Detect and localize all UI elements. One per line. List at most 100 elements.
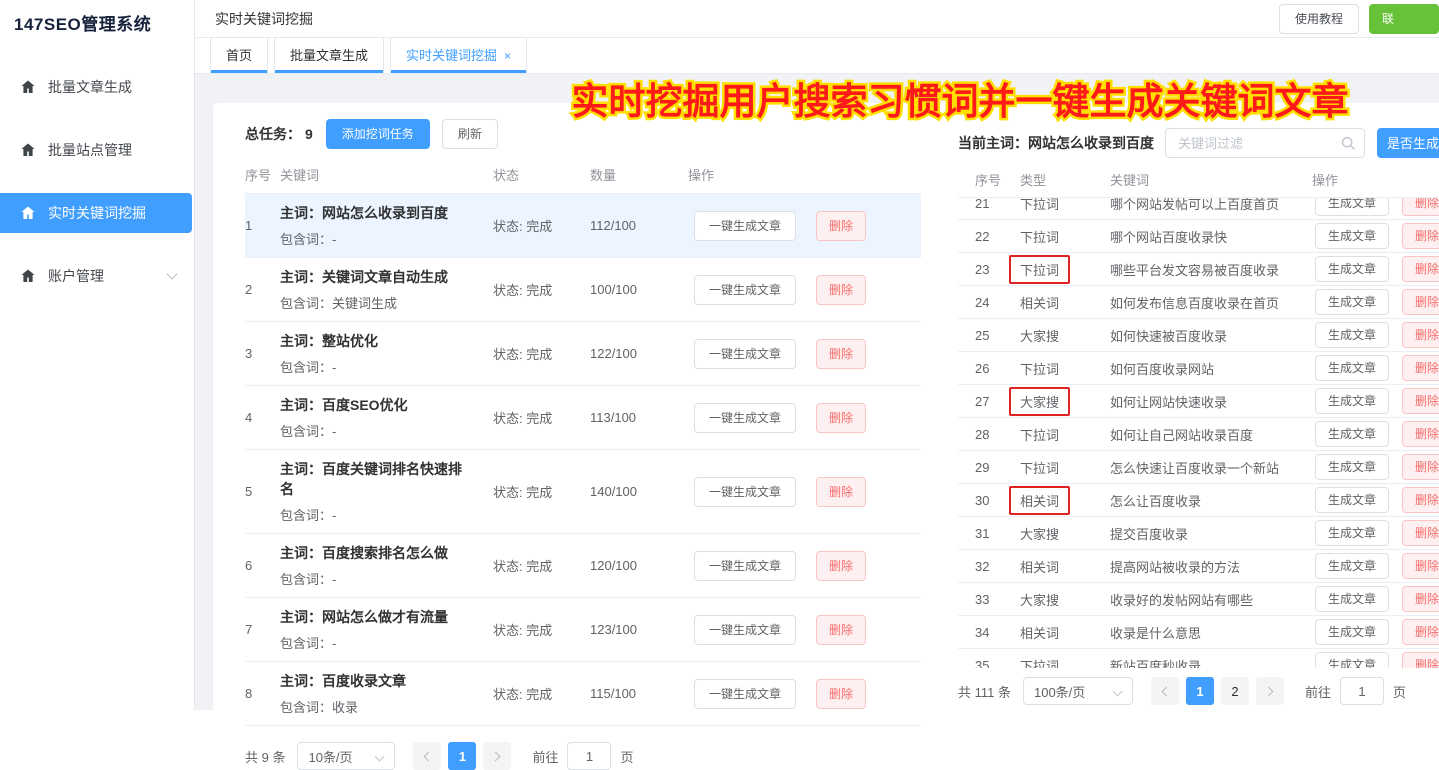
delete-button[interactable]: 删除 <box>1402 322 1439 348</box>
delete-button[interactable]: 删除 <box>1402 289 1439 315</box>
delete-button[interactable]: 删除 <box>1402 256 1439 282</box>
type-value: 相关词 <box>1009 618 1070 647</box>
generate-all-button[interactable]: 是否生成: <box>1377 128 1439 158</box>
ops-cell: 一键生成文章 删除 <box>688 551 921 581</box>
generate-article-button[interactable]: 生成文章 <box>1315 322 1389 348</box>
type-value: 相关词 <box>1009 288 1070 317</box>
generate-article-button[interactable]: 生成文章 <box>1315 355 1389 381</box>
page-size-select[interactable]: 10条/页 <box>297 742 395 770</box>
generate-article-button[interactable]: 一键生成文章 <box>694 403 796 433</box>
row-index: 4 <box>245 410 280 425</box>
count-cell: 113/100 <box>590 410 688 425</box>
keyword-cell: 主词：百度关键词排名快速排名 包含词：- <box>280 450 493 533</box>
sidebar-item-batch-site[interactable]: 批量站点管理 <box>0 130 194 170</box>
prev-page-button[interactable] <box>413 742 441 770</box>
type-cell: 下拉词 <box>1020 198 1110 218</box>
keyword-filter-input[interactable] <box>1165 128 1365 158</box>
table-row: 24 相关词 如何发布信息百度收录在首页 生成文章 删除 <box>958 286 1439 319</box>
generate-article-button[interactable]: 一键生成文章 <box>694 339 796 369</box>
delete-button[interactable]: 删除 <box>816 211 866 241</box>
generate-article-button[interactable]: 生成文章 <box>1315 553 1389 579</box>
delete-button[interactable]: 删除 <box>816 275 866 305</box>
delete-button[interactable]: 删除 <box>1402 553 1439 579</box>
goto-page-input[interactable] <box>567 742 611 770</box>
next-page-button[interactable] <box>1256 677 1284 705</box>
sidebar-item-account[interactable]: 账户管理 <box>0 256 194 296</box>
sidebar-item-batch-article[interactable]: 批量文章生成 <box>0 67 194 107</box>
generate-article-button[interactable]: 一键生成文章 <box>694 615 796 645</box>
type-value: 下拉词 <box>1009 354 1070 383</box>
generate-article-button[interactable]: 生成文章 <box>1315 487 1389 513</box>
delete-button[interactable]: 删除 <box>1402 198 1439 216</box>
keyword-cell: 主词：关键词文章自动生成 包含词：关键词生成 <box>280 258 493 321</box>
delete-button[interactable]: 删除 <box>1402 388 1439 414</box>
delete-button[interactable]: 删除 <box>1402 223 1439 249</box>
delete-button[interactable]: 删除 <box>816 551 866 581</box>
row-index: 3 <box>245 346 280 361</box>
close-icon[interactable]: × <box>504 49 511 63</box>
goto-page-input[interactable] <box>1340 677 1384 705</box>
promo-banner: 实时挖掘用户搜索习惯词并一键生成关键词文章 <box>480 71 1439 125</box>
generate-article-button[interactable]: 生成文章 <box>1315 289 1389 315</box>
generate-article-button[interactable]: 生成文章 <box>1315 256 1389 282</box>
generate-article-button[interactable]: 生成文章 <box>1315 652 1389 668</box>
table-row: 31 大家搜 提交百度收录 生成文章 删除 <box>958 517 1439 550</box>
total-tasks-label: 总任务： <box>245 124 301 144</box>
total-tasks-value: 9 <box>305 126 313 142</box>
generate-article-button[interactable]: 生成文章 <box>1315 421 1389 447</box>
type-value: 下拉词 <box>1009 222 1070 251</box>
generate-article-button[interactable]: 一键生成文章 <box>694 551 796 581</box>
delete-button[interactable]: 删除 <box>816 339 866 369</box>
delete-button[interactable]: 删除 <box>816 679 866 709</box>
sidebar-item-keyword-mining[interactable]: 实时关键词挖掘 <box>0 193 192 233</box>
tab-batch-article[interactable]: 批量文章生成 <box>274 37 384 73</box>
type-value: 下拉词 <box>1009 420 1070 449</box>
delete-button[interactable]: 删除 <box>816 477 866 507</box>
tutorial-button[interactable]: 使用教程 <box>1279 4 1359 34</box>
delete-button[interactable]: 删除 <box>1402 586 1439 612</box>
type-value: 大家搜 <box>1009 321 1070 350</box>
keyword-table-body: 21 下拉词 哪个网站发帖可以上百度首页 生成文章 删除 22 下拉词 哪个网站… <box>958 198 1439 668</box>
generate-article-button[interactable]: 生成文章 <box>1315 198 1389 216</box>
tab-keyword-mining[interactable]: 实时关键词挖掘× <box>390 37 527 73</box>
generate-article-button[interactable]: 生成文章 <box>1315 619 1389 645</box>
keyword-cell: 提高网站被收录的方法 <box>1110 557 1312 576</box>
type-cell: 下拉词 <box>1020 420 1110 449</box>
generate-article-button[interactable]: 生成文章 <box>1315 454 1389 480</box>
table-row: 4 主词：百度SEO优化 包含词：- 状态: 完成 113/100 一键生成文章… <box>245 386 921 450</box>
generate-article-button[interactable]: 一键生成文章 <box>694 211 796 241</box>
delete-button[interactable]: 删除 <box>1402 487 1439 513</box>
delete-button[interactable]: 删除 <box>1402 652 1439 668</box>
current-main-word: 当前主词：网站怎么收录到百度 <box>958 135 1154 151</box>
status-cell: 状态: 完成 <box>493 482 590 501</box>
col-header-ops: 操作 <box>1312 170 1439 189</box>
delete-button[interactable]: 删除 <box>1402 454 1439 480</box>
generate-article-button[interactable]: 生成文章 <box>1315 586 1389 612</box>
page-1-button[interactable]: 1 <box>448 742 476 770</box>
keyword-cell: 收录是什么意思 <box>1110 623 1312 642</box>
table-row: 3 主词：整站优化 包含词：- 状态: 完成 122/100 一键生成文章 删除 <box>245 322 921 386</box>
next-page-button[interactable] <box>483 742 511 770</box>
included-words: 包含词：- <box>280 505 470 524</box>
delete-button[interactable]: 删除 <box>816 615 866 645</box>
add-mining-task-button[interactable]: 添加挖词任务 <box>326 119 430 149</box>
delete-button[interactable]: 删除 <box>1402 619 1439 645</box>
delete-button[interactable]: 删除 <box>816 403 866 433</box>
ops-cell: 生成文章 删除 <box>1312 289 1439 315</box>
delete-button[interactable]: 删除 <box>1402 520 1439 546</box>
page-1-button[interactable]: 1 <box>1186 677 1214 705</box>
generate-article-button[interactable]: 生成文章 <box>1315 388 1389 414</box>
page-2-button[interactable]: 2 <box>1221 677 1249 705</box>
tab-home[interactable]: 首页 <box>210 37 268 73</box>
prev-page-button[interactable] <box>1151 677 1179 705</box>
generate-article-button[interactable]: 一键生成文章 <box>694 477 796 507</box>
keyword-cell: 如何发布信息百度收录在首页 <box>1110 293 1312 312</box>
delete-button[interactable]: 删除 <box>1402 355 1439 381</box>
delete-button[interactable]: 删除 <box>1402 421 1439 447</box>
page-size-select[interactable]: 100条/页 <box>1023 677 1133 705</box>
green-contact-button[interactable]: 联 <box>1369 4 1439 34</box>
generate-article-button[interactable]: 一键生成文章 <box>694 679 796 709</box>
generate-article-button[interactable]: 生成文章 <box>1315 520 1389 546</box>
generate-article-button[interactable]: 生成文章 <box>1315 223 1389 249</box>
generate-article-button[interactable]: 一键生成文章 <box>694 275 796 305</box>
